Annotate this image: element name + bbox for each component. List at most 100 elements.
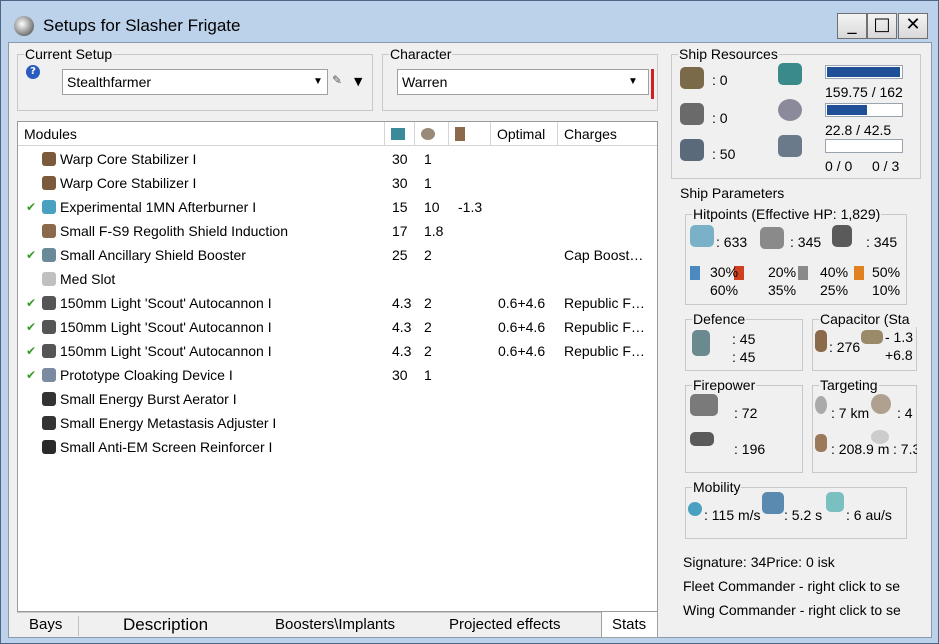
table-row[interactable]: ✔ 150mm Light 'Scout' Autocannon I 4.3 2 0.6… — [18, 315, 657, 339]
current-setup-group: Current Setup ? Stealthfarmer ▼ ✎ ▼ — [17, 46, 373, 111]
module-pg: 2 — [424, 247, 432, 263]
em-resist-icon — [690, 266, 700, 280]
module-pg: 2 — [424, 343, 432, 359]
close-button[interactable]: ✕ — [898, 13, 928, 39]
column-header-cpu[interactable] — [385, 122, 415, 146]
module-cpu: 30 — [392, 367, 408, 383]
minimize-button[interactable]: _ — [837, 13, 867, 39]
explosive-resist-icon — [854, 266, 864, 280]
tab-description[interactable]: Description — [123, 612, 208, 638]
table-row[interactable]: Med Slot — [18, 267, 657, 291]
module-pg: 1 — [424, 367, 432, 383]
cloak-icon — [42, 368, 56, 382]
powergrid-bar — [825, 103, 903, 117]
module-charges: Republic F… — [564, 343, 645, 359]
shield-hp: : 633 — [716, 234, 748, 250]
hitpoints-legend: Hitpoints (Effective HP: 1,829) — [692, 206, 882, 222]
module-charges: Cap Boost… — [564, 247, 644, 263]
tab-stats[interactable]: Stats — [601, 612, 658, 638]
ship-parameters-legend: Ship Parameters — [680, 185, 785, 201]
title-bar[interactable]: Setups for Slasher Frigate _ □ ✕ — [1, 1, 938, 41]
armor-em-resist: 60% — [710, 282, 739, 298]
active-check-icon[interactable]: ✔ — [26, 243, 36, 267]
cpu-icon — [778, 63, 802, 85]
defence-value-2: : 45 — [732, 349, 756, 365]
module-optimal: 0.6+4.6 — [498, 343, 546, 359]
wing-commander[interactable]: Wing Commander - right click to se — [683, 601, 931, 619]
rig-icon — [42, 416, 56, 430]
shield-kinetic-resist: 40% — [820, 264, 849, 280]
max-targets: : 4 — [897, 405, 913, 421]
table-row[interactable]: Warp Core Stabilizer I 30 1 — [18, 171, 657, 195]
tab-projected-effects[interactable]: Projected effects — [449, 612, 560, 638]
current-setup-legend: Current Setup — [24, 46, 114, 62]
capacitor-recharge-icon — [861, 330, 883, 344]
table-row[interactable]: Small Energy Burst Aerator I — [18, 387, 657, 411]
module-cpu: 30 — [392, 175, 408, 191]
firepower-volley: : 196 — [734, 441, 766, 457]
scan-resolution-icon — [815, 434, 827, 452]
modules-list[interactable]: Modules Optimal Charges Warp Core Stabil… — [17, 121, 658, 612]
module-pg: 1 — [424, 151, 432, 167]
active-check-icon[interactable]: ✔ — [26, 315, 36, 339]
sensor-strength: : 7.3 — [893, 441, 917, 457]
active-check-icon[interactable]: ✔ — [26, 195, 36, 219]
column-header-powergrid[interactable] — [415, 122, 449, 146]
table-row[interactable]: Small F-S9 Regolith Shield Induction 17 1.… — [18, 219, 657, 243]
scan-resolution: : 208.9 m — [831, 441, 890, 457]
mobility-group: Mobility : 115 m/s : 5.2 s : 6 au/s — [685, 479, 907, 539]
module-cpu: 30 — [392, 151, 408, 167]
cpu-usage: 159.75 / 162 — [825, 84, 903, 100]
setup-menu-icon[interactable]: ▼ — [354, 75, 362, 88]
drone-bay-icon — [680, 139, 704, 161]
active-check-icon[interactable]: ✔ — [26, 339, 36, 363]
firepower-legend: Firepower — [692, 377, 757, 393]
help-icon[interactable]: ? — [26, 65, 40, 79]
table-row[interactable]: Warp Core Stabilizer I 30 1 — [18, 147, 657, 171]
chevron-down-icon[interactable]: ▼ — [624, 70, 642, 94]
turret-hardpoints: : 0 — [712, 72, 728, 88]
table-row[interactable]: Small Energy Metastasis Adjuster I — [18, 411, 657, 435]
character-group: Character Warren ▼ — [382, 46, 658, 111]
defence-group: Defence : 45 : 45 — [685, 311, 803, 371]
column-header-optimal[interactable]: Optimal — [491, 122, 558, 146]
fleet-commander[interactable]: Fleet Commander - right click to se — [683, 577, 931, 595]
table-row[interactable]: Small Anti-EM Screen Reinforcer I — [18, 435, 657, 459]
column-header-modules[interactable]: Modules — [18, 122, 385, 146]
capacitor-icon — [455, 127, 465, 141]
drone-bay: : 50 — [712, 146, 736, 162]
setup-tool-icon[interactable]: ✎ — [332, 73, 350, 89]
armor-icon — [760, 227, 784, 249]
shield-icon — [690, 225, 714, 247]
module-name: Warp Core Stabilizer I — [60, 151, 197, 167]
shield-thermal-resist: 20% — [768, 264, 797, 280]
column-header-capacitor[interactable] — [449, 122, 491, 146]
chevron-down-icon[interactable]: ▼ — [309, 70, 327, 94]
active-check-icon[interactable]: ✔ — [26, 363, 36, 387]
table-row[interactable]: ✔ 150mm Light 'Scout' Autocannon I 4.3 2 0.6… — [18, 291, 657, 315]
character-select[interactable]: Warren ▼ — [397, 69, 649, 95]
calibration-usage: 0 / 3 — [872, 158, 900, 174]
table-row[interactable]: ✔ 150mm Light 'Scout' Autocannon I 4.3 2 0.6… — [18, 339, 657, 363]
kinetic-resist-icon — [798, 266, 808, 280]
table-row[interactable]: ✔ Prototype Cloaking Device I 30 1 — [18, 363, 657, 387]
app-icon — [14, 16, 34, 36]
setup-select[interactable]: Stealthfarmer ▼ — [62, 69, 328, 95]
module-cpu: 15 — [392, 199, 408, 215]
module-name: Med Slot — [60, 271, 116, 287]
powergrid-icon — [421, 128, 435, 140]
ship-resources-legend: Ship Resources — [678, 46, 779, 62]
rig-icon — [42, 440, 56, 454]
tab-bays[interactable]: Bays — [29, 612, 62, 638]
maximize-button[interactable]: □ — [867, 13, 897, 39]
module-name: Small Anti-EM Screen Reinforcer I — [60, 439, 273, 455]
table-row[interactable]: ✔ Experimental 1MN Afterburner I 15 10 -1.3 — [18, 195, 657, 219]
column-header-charges[interactable]: Charges — [558, 122, 657, 146]
module-cpu: 4.3 — [392, 343, 412, 359]
tab-boosters-implants[interactable]: Boosters\Implants — [275, 612, 395, 638]
firepower-dps: : 72 — [734, 405, 758, 421]
active-check-icon[interactable]: ✔ — [26, 291, 36, 315]
warp-speed: : 6 au/s — [846, 507, 892, 523]
targeting-legend: Targeting — [819, 377, 879, 393]
table-row[interactable]: ✔ Small Ancillary Shield Booster 25 2 Cap Bo… — [18, 243, 657, 267]
